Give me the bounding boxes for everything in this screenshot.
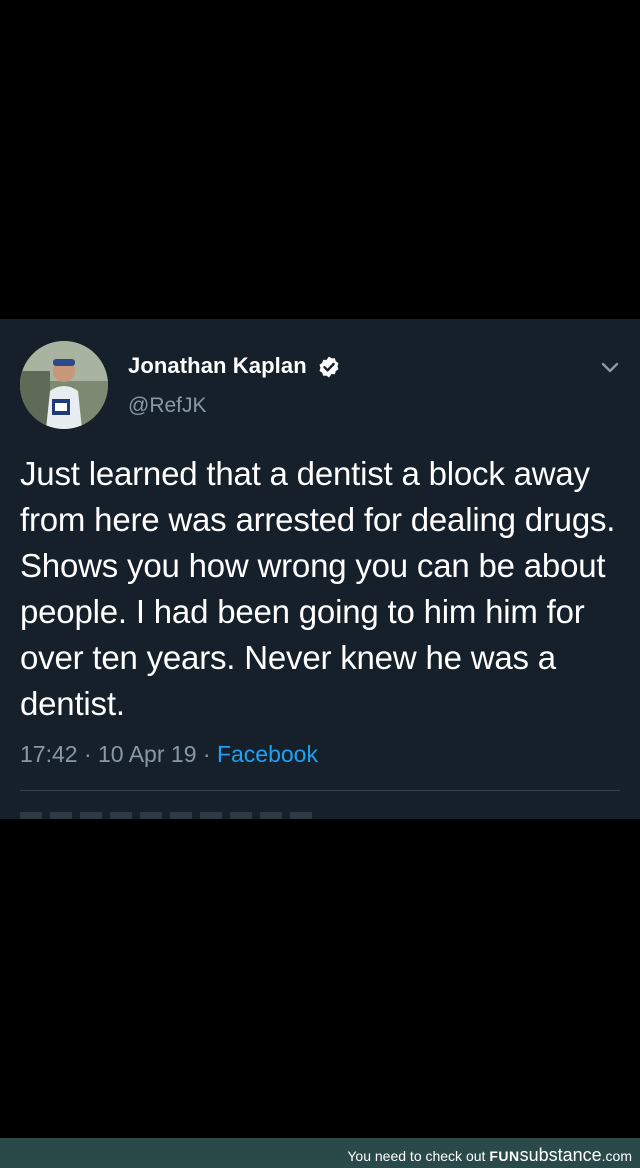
tweet-card: Jonathan Kaplan @RefJK Just learned that…: [0, 319, 640, 819]
watermark-brand-substance: substance: [519, 1145, 602, 1165]
tweet-source-link[interactable]: Facebook: [217, 741, 318, 767]
watermark-prefix: You need to check out: [347, 1148, 490, 1164]
meta-separator: ·: [77, 741, 99, 767]
verified-badge-icon: [319, 356, 339, 378]
watermark-brand-tld: .com: [601, 1148, 632, 1164]
cropped-stats-row: [20, 812, 320, 819]
tweet-date[interactable]: 10 Apr 19: [98, 741, 196, 767]
meta-separator: ·: [196, 741, 217, 767]
tweet-time: 17:42: [20, 741, 78, 767]
tweet-meta: 17:42 · 10 Apr 19 · Facebook: [20, 741, 318, 768]
display-name[interactable]: Jonathan Kaplan: [128, 353, 307, 379]
avatar[interactable]: [20, 341, 108, 429]
user-handle[interactable]: @RefJK: [128, 394, 207, 418]
watermark-footer: You need to check out FUNsubstance.com: [0, 1138, 640, 1168]
watermark-text[interactable]: You need to check out FUNsubstance.com: [347, 1145, 632, 1166]
chevron-down-icon[interactable]: [596, 353, 624, 381]
divider: [20, 790, 620, 791]
tweet-text: Just learned that a dentist a block away…: [20, 455, 616, 722]
watermark-brand-fun: FUN: [489, 1148, 520, 1164]
